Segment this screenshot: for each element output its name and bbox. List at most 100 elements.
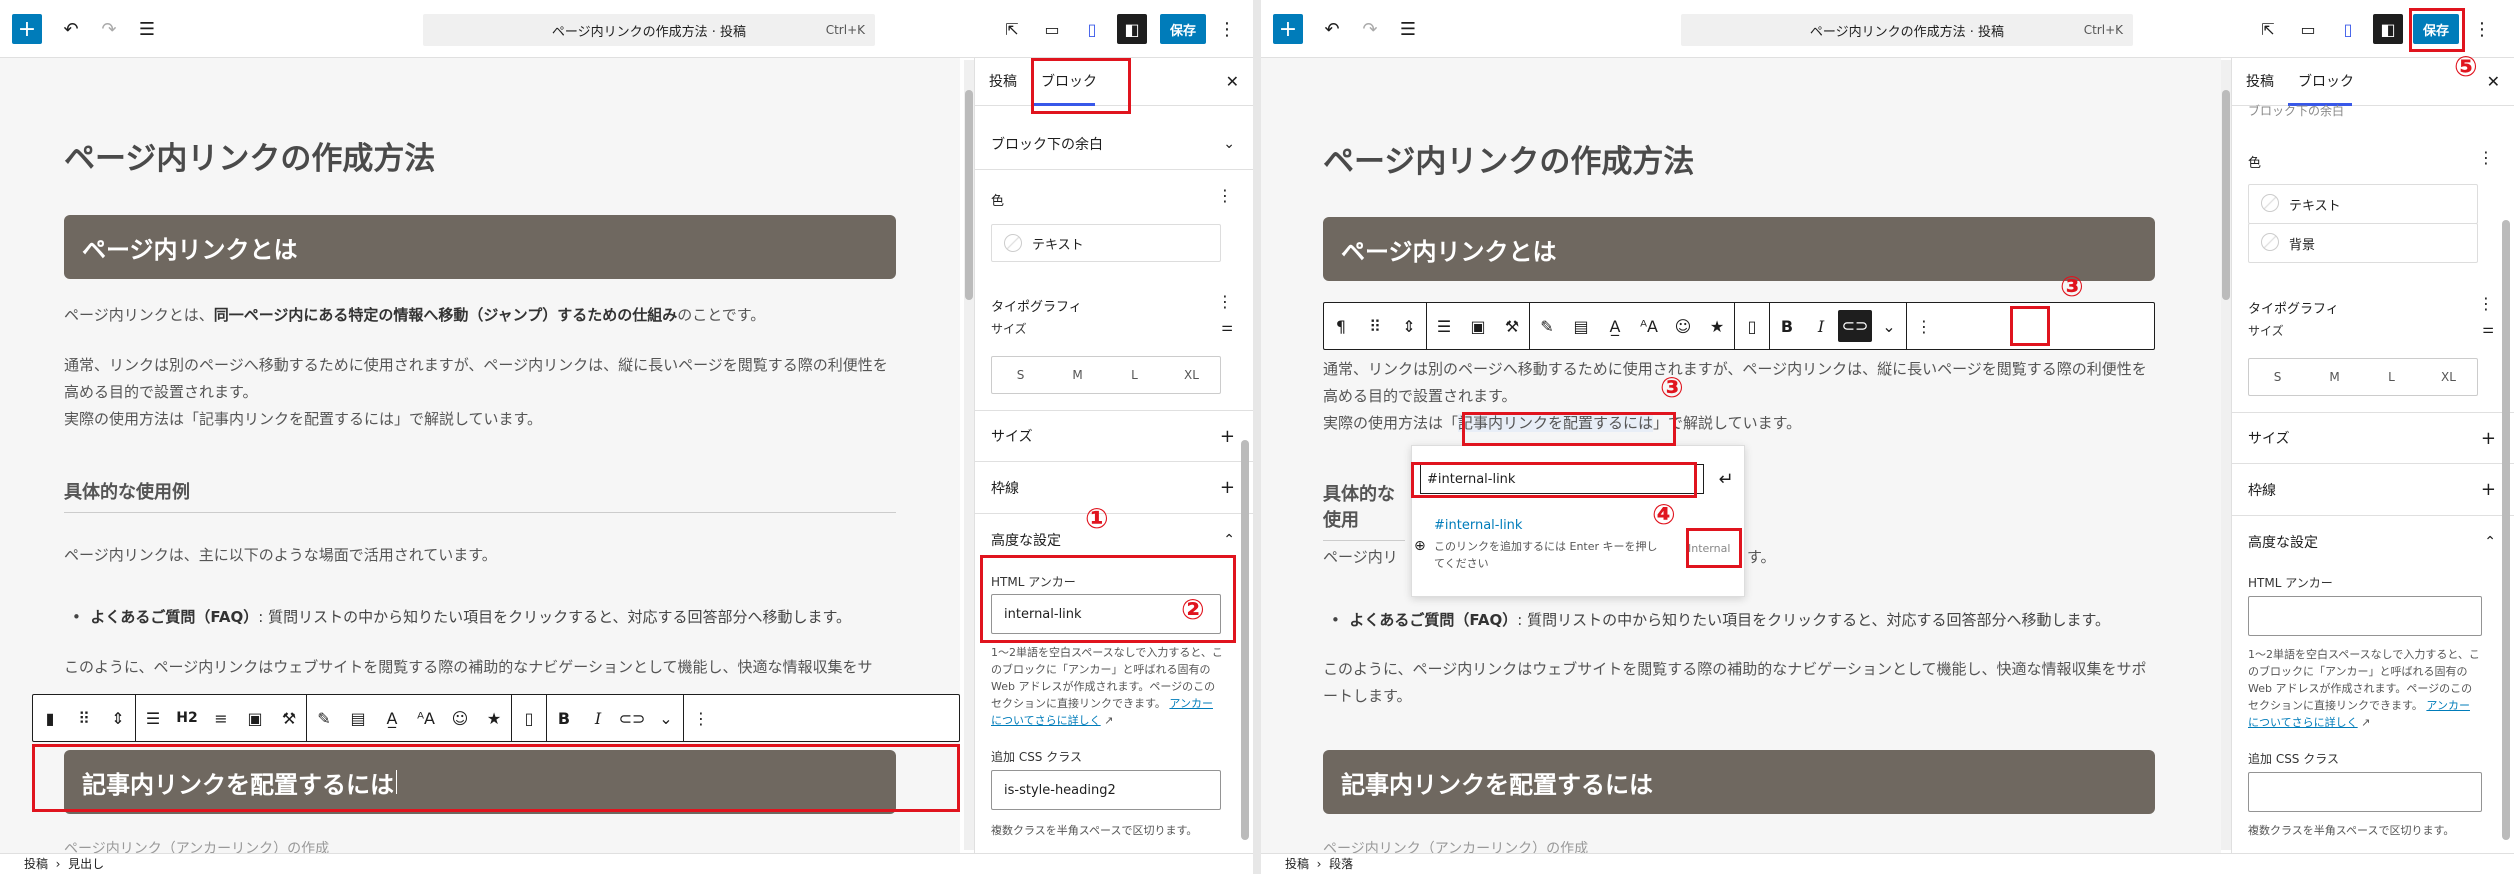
redo-icon[interactable]: ↷	[1357, 14, 1383, 44]
command-palette[interactable]: ページ内リンクの作成方法 · 投稿 Ctrl+K	[1681, 14, 2133, 46]
paint-icon[interactable]: ⚒	[272, 709, 306, 728]
paragraph-block[interactable]: 実際の使用方法は「記事内リンクを配置するには」で解説しています。	[64, 406, 896, 433]
align-icon[interactable]: ☰	[1427, 317, 1461, 336]
settings-sidebar-icon[interactable]: ◧	[1117, 14, 1147, 44]
options-icon[interactable]: ⋮	[1214, 14, 1240, 44]
breadcrumb-item[interactable]: 投稿	[1285, 857, 1309, 871]
italic-icon[interactable]: I	[1804, 317, 1838, 336]
add-block-button[interactable]: +	[1273, 14, 1303, 44]
style-book-icon[interactable]: ▯	[1077, 14, 1107, 44]
background-color-control[interactable]: 背景	[2248, 223, 2478, 263]
drag-handle-icon[interactable]: ⠿	[1358, 317, 1392, 336]
move-updown-icon[interactable]: ⇕	[101, 709, 135, 728]
redo-icon[interactable]: ↷	[96, 14, 122, 44]
close-icon[interactable]: ✕	[1226, 72, 1239, 91]
view-post-icon[interactable]: ⇱	[2253, 14, 2283, 44]
style-book-icon[interactable]: ▯	[2333, 14, 2363, 44]
star-icon[interactable]: ★	[1700, 317, 1734, 336]
bold-icon[interactable]: B	[547, 709, 581, 728]
link-suggestion[interactable]: #internal-link	[1434, 518, 1522, 533]
add-block-button[interactable]: +	[12, 14, 42, 44]
scrollbar-thumb[interactable]	[965, 90, 973, 300]
chevron-down-icon[interactable]: ⌄	[1872, 317, 1906, 336]
panel-size[interactable]: サイズ +	[2232, 412, 2514, 464]
book-icon[interactable]: ▯	[1735, 317, 1769, 336]
size-s[interactable]: S	[992, 357, 1049, 393]
breadcrumb-item[interactable]: 投稿	[24, 857, 48, 871]
view-post-icon[interactable]: ⇱	[997, 14, 1027, 44]
paragraph-block[interactable]: ページ内リンク（アンカーリンク）の作成	[1323, 836, 2155, 853]
text-color-control[interactable]: テキスト	[991, 224, 1221, 262]
emoji-icon[interactable]: ☺	[443, 709, 477, 728]
preview-icon[interactable]: ▭	[1037, 14, 1067, 44]
tab-block[interactable]: ブロック	[2298, 58, 2354, 106]
size-m[interactable]: M	[2306, 359, 2363, 395]
font-style-icon[interactable]: ▤	[341, 709, 375, 728]
bookmark-icon[interactable]: ▮	[33, 709, 67, 728]
panel-advanced[interactable]: 高度な設定 ⌃	[2232, 516, 2514, 568]
panel-border[interactable]: 枠線 +	[2232, 464, 2514, 516]
heading-block[interactable]: ページ内リンクとは	[64, 215, 896, 279]
panel-border[interactable]: 枠線 +	[975, 462, 1253, 514]
heading-block[interactable]: ページ内リンクとは	[1323, 217, 2155, 281]
size-xl[interactable]: XL	[1163, 357, 1220, 393]
paragraph-block[interactable]: 通常、リンクは別のページへ移動するために使用されますが、ページ内リンクは、縦に長…	[64, 352, 896, 406]
heading-level-button[interactable]: H2	[170, 710, 204, 726]
highlight-icon[interactable]: ✎	[307, 709, 341, 728]
text-color-icon[interactable]: A̲	[1598, 317, 1632, 336]
sliders-icon[interactable]: ⚌	[2482, 322, 2494, 337]
align-icon[interactable]: ☰	[136, 709, 170, 728]
block-settings-icon[interactable]: ▣	[1461, 317, 1495, 336]
chevron-down-icon[interactable]: ⌄	[649, 709, 683, 728]
list-item[interactable]: • よくあるご質問（FAQ）: 質問リストの中から知りたい項目をクリックすると、…	[1331, 609, 2155, 630]
paragraph-block[interactable]: 通常、リンクは別のページへ移動するために使用されますが、ページ内リンクは、縦に長…	[1323, 356, 2155, 410]
color-options-icon[interactable]: ⋮	[2478, 148, 2494, 167]
size-s[interactable]: S	[2249, 359, 2306, 395]
more-options-icon[interactable]: ⋮	[1907, 317, 1941, 336]
font-size-picker[interactable]: S M L XL	[991, 356, 1221, 394]
star-icon[interactable]: ★	[477, 709, 511, 728]
page-title[interactable]: ページ内リンクの作成方法	[1323, 136, 1694, 181]
editor-canvas[interactable]: ページ内リンクの作成方法 ページ内リンクとは ページ内リンクとは、同一ページ内に…	[0, 58, 960, 853]
link-icon[interactable]: ⊂⊃	[1838, 310, 1872, 342]
tab-post[interactable]: 投稿	[2246, 58, 2274, 106]
heading-block[interactable]: 記事内リンクを配置するには	[1323, 750, 2155, 814]
preview-icon[interactable]: ▭	[2293, 14, 2323, 44]
panel-size[interactable]: サイズ +	[975, 410, 1253, 462]
subheading-block[interactable]: 具体的な使用例	[64, 478, 896, 513]
settings-sidebar-icon[interactable]: ◧	[2373, 14, 2403, 44]
link-icon[interactable]: ⊂⊃	[615, 709, 649, 728]
font-size-picker[interactable]: S M L XL	[2248, 358, 2478, 396]
font-style-icon[interactable]: ▤	[1564, 317, 1598, 336]
block-settings-icon[interactable]: ▣	[238, 709, 272, 728]
enter-icon[interactable]: ↵	[1712, 464, 1740, 494]
panel-block-margin[interactable]: ブロック下の余白 ⌄	[975, 118, 1253, 170]
size-l[interactable]: L	[1106, 357, 1163, 393]
size-m[interactable]: M	[1049, 357, 1106, 393]
list-item[interactable]: • よくあるご質問（FAQ）: 質問リストの中から知りたい項目をクリックすると、…	[72, 606, 896, 627]
options-icon[interactable]: ⋮	[2469, 14, 2495, 44]
paragraph-block[interactable]: ページ内リンクとは、同一ページ内にある特定の情報へ移動（ジャンプ）するための仕組…	[64, 302, 896, 329]
paragraph-block[interactable]: このように、ページ内リンクはウェブサイトを閲覧する際の補助的なナビゲーションとし…	[1323, 656, 2155, 710]
tab-post[interactable]: 投稿	[989, 58, 1017, 106]
drag-handle-icon[interactable]: ⠿	[67, 709, 101, 728]
paragraph-block[interactable]: ページ内リンクは、主に以下のような場面で活用されています。	[64, 542, 896, 569]
canvas-scrollbar[interactable]	[964, 60, 974, 850]
highlight-icon[interactable]: ✎	[1530, 317, 1564, 336]
paragraph-block[interactable]: 実際の使用方法は「記事内リンクを配置するには」で解説しています。	[1323, 410, 2155, 437]
list-view-icon[interactable]: ☰	[134, 14, 160, 44]
paint-icon[interactable]: ⚒	[1495, 317, 1529, 336]
text-align-icon[interactable]: ≡	[204, 709, 238, 728]
more-options-icon[interactable]: ⋮	[684, 709, 718, 728]
typography-options-icon[interactable]: ⋮	[1217, 292, 1233, 311]
sidebar-scrollbar[interactable]	[2501, 60, 2511, 850]
scrollbar-thumb[interactable]	[2502, 220, 2510, 840]
color-options-icon[interactable]: ⋮	[1217, 186, 1233, 205]
close-icon[interactable]: ✕	[2487, 72, 2500, 91]
command-palette[interactable]: ページ内リンクの作成方法 · 投稿 Ctrl+K	[423, 14, 875, 46]
breadcrumb-item[interactable]: 段落	[1329, 857, 1353, 871]
save-button[interactable]: 保存	[1160, 14, 1206, 44]
scrollbar-thumb[interactable]	[2222, 90, 2230, 300]
scrollbar-thumb[interactable]	[1241, 440, 1249, 840]
font-size-icon[interactable]: ᴬA	[409, 709, 443, 728]
